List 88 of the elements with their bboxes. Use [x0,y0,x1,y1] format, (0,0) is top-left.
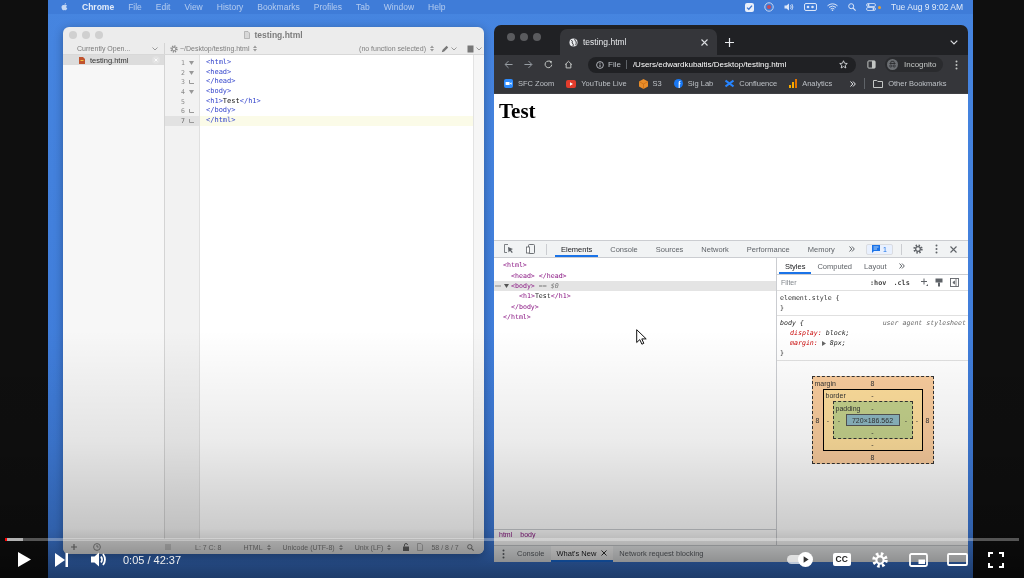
fold-triangle-icon[interactable] [189,89,194,94]
play-icon [18,552,31,567]
profile-button[interactable]: Incognito [885,57,944,72]
volume-icon [90,552,107,567]
document-icon[interactable] [467,44,474,53]
menu-icon[interactable] [955,59,958,70]
search-icon[interactable] [848,3,856,11]
close-icon[interactable] [950,245,957,253]
phone-icon[interactable] [526,244,535,254]
double-chevron-icon[interactable] [898,263,905,269]
back-arrow-icon[interactable] [504,60,513,69]
status-dot-icon [878,5,881,9]
bar-chart-icon [789,79,798,88]
browser-tab[interactable]: testing.html [560,29,717,55]
up-down-arrows-icon [338,543,343,551]
up-down-arrows-icon [387,543,392,551]
globe-icon [569,37,578,47]
theater-mode-icon [946,553,968,566]
folder-icon [873,79,884,88]
up-down-arrows-icon [266,543,271,551]
pen-icon[interactable] [441,44,449,53]
expand-triangle-icon[interactable] [821,340,826,346]
close-icon[interactable] [601,550,608,556]
menu-item[interactable]: Chrome [82,2,115,12]
plus-icon[interactable] [920,278,928,287]
zoom-window-button[interactable] [533,33,541,41]
skip-next-icon [55,552,68,567]
document-icon [417,543,424,551]
reload-icon[interactable] [544,60,553,69]
video-camera-icon [504,79,513,88]
settings-icon[interactable] [170,44,178,53]
apple-icon[interactable] [61,3,68,11]
miniplayer-button[interactable] [909,552,929,567]
double-chevron-icon[interactable] [848,246,855,252]
record-icon[interactable] [764,2,774,12]
control-center-icon[interactable] [866,3,876,11]
scroll-bar[interactable] [473,55,484,539]
side-panel-icon[interactable] [867,60,876,69]
panel-toggle-icon[interactable] [949,278,959,287]
incognito-icon [887,59,898,70]
fold-end-icon[interactable] [189,80,194,85]
fullscreen-icon [987,551,1004,568]
chevron-down-icon [152,46,158,51]
pointer-in-box-icon[interactable] [504,244,514,254]
url-text: /Users/edwardkubaitis/Desktop/testing.html [632,60,787,69]
cross-logo-icon [725,79,735,88]
search-icon[interactable] [466,543,474,551]
close-window-button[interactable] [507,33,515,41]
theater-mode-button[interactable] [946,553,968,566]
message-icon [872,245,881,253]
info-icon [596,60,604,69]
menu-bar-clock[interactable]: Tue Aug 9 9:02 AM [891,2,963,12]
clock-icon[interactable] [93,543,101,551]
document-icon [244,31,251,39]
brush-icon[interactable] [934,278,943,287]
mouse-pointer-icon [636,329,647,345]
wifi-icon[interactable] [827,3,838,11]
check-square-icon[interactable] [745,2,754,12]
up-down-arrows-icon [253,45,258,52]
settings-button[interactable] [872,551,889,568]
menu-icon[interactable] [935,244,938,254]
speaker-icon[interactable] [784,3,794,11]
forward-arrow-icon[interactable] [524,60,533,69]
video-time: 0:05 / 42:37 [123,553,182,566]
settings-icon[interactable] [913,244,923,254]
settings-icon [872,551,889,568]
lock-icon[interactable] [403,543,410,551]
cube-icon [638,78,648,89]
play-icon [566,79,577,88]
plus-icon[interactable] [71,544,77,550]
autoplay-toggle[interactable] [785,552,813,567]
screen-icon[interactable] [804,3,817,11]
site-info-button[interactable]: File [596,60,627,69]
address-bar[interactable]: File /Users/edwardkubaitis/Desktop/testing.html [588,56,856,73]
play-icon [797,552,813,567]
miniplayer-icon [909,552,929,567]
menu-icon[interactable] [502,549,505,559]
window-title: testing.html [254,30,303,40]
page-heading: Test [499,101,536,122]
minimize-window-button[interactable] [520,33,528,41]
fullscreen-button[interactable] [987,551,1004,568]
star-icon[interactable] [839,60,848,69]
html-file-icon [79,56,85,64]
home-icon[interactable] [564,60,573,69]
expand-triangle-icon[interactable] [504,283,509,288]
up-down-arrows-icon [430,45,434,52]
new-tab-icon[interactable] [725,37,734,47]
circle-logo-icon [673,79,683,88]
